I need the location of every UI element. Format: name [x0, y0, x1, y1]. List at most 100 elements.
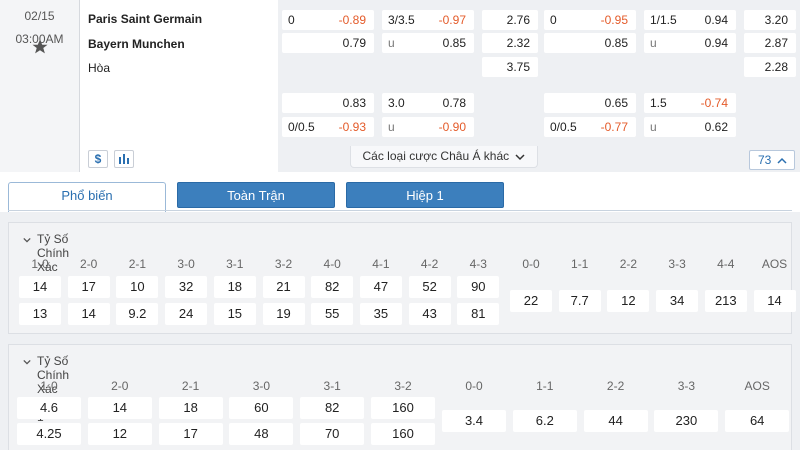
odds-box[interactable]: 1/1.5 0.94 [644, 10, 736, 30]
odds-box[interactable]: 0/0.5 -0.93 [282, 117, 374, 137]
score-label: 3-0 [252, 379, 271, 393]
chevron-up-icon [777, 157, 787, 164]
odds-cell-home[interactable]: 14 [87, 397, 152, 419]
odds-cell-home[interactable]: 47 [359, 276, 402, 298]
score-column: 2-1 18 17 [158, 379, 223, 450]
odds-cell-draw[interactable]: 6.2 [512, 410, 577, 432]
odds-cell-away[interactable]: 13 [19, 303, 61, 325]
score-column: 3-2 160 160 [371, 379, 435, 450]
match-date: 02/15 [24, 9, 55, 23]
odds-cell-home[interactable]: 17 [67, 276, 110, 298]
odds-box[interactable]: 0/0.5 -0.77 [544, 117, 636, 137]
score-column: 4-1 47 35 [359, 257, 402, 347]
odds-cell-draw[interactable]: 44 [583, 410, 648, 432]
odds-cell-home[interactable]: 14 [19, 276, 61, 298]
chevron-down-icon [515, 154, 526, 160]
match-date-column: 02/15 03:00AM [0, 0, 80, 172]
tab-half-1[interactable]: Hiệp 1 [346, 182, 504, 208]
score-label: 2-1 [181, 379, 200, 393]
odds-cell-away[interactable]: 48 [229, 423, 294, 445]
odds-box[interactable]: 2.87 [744, 33, 796, 53]
odds-box[interactable]: 3.0 0.78 [382, 93, 474, 113]
score-label: 1-0 [31, 257, 49, 271]
odds-box[interactable]: 0.85 [544, 33, 636, 53]
score-column: 3-1 82 70 [300, 379, 365, 450]
odds-box[interactable]: 0.65 [544, 93, 636, 113]
odds-cell-away[interactable]: 35 [359, 303, 402, 325]
odds-cell-away[interactable]: 160 [371, 423, 435, 445]
odds-box[interactable]: 0 -0.89 [282, 10, 374, 30]
stats-chart-icon[interactable] [114, 150, 134, 168]
tab-full-match[interactable]: Toàn Trận [177, 182, 335, 208]
score-label: 4-0 [323, 257, 341, 271]
score-column: 3-1 18 15 [213, 257, 256, 347]
odds-cell-home[interactable]: 160 [371, 397, 435, 419]
score-label: 3-1 [226, 257, 244, 271]
odds-cell-home[interactable]: 90 [457, 276, 500, 298]
odds-cell-away[interactable]: 24 [165, 303, 208, 325]
odds-cell-away[interactable]: 4.25 [17, 423, 81, 445]
odds-cell-home[interactable]: 4.6 [17, 397, 81, 419]
odds-box[interactable]: 3.75 [482, 57, 538, 77]
odds-cell-home[interactable]: 82 [311, 276, 354, 298]
odds-cell-away[interactable]: 12 [87, 423, 152, 445]
odds-cell-draw[interactable]: 230 [654, 410, 719, 432]
other-asian-bets-button[interactable]: Các loại cược Châu Á khác [350, 146, 538, 168]
odds-cell-home[interactable]: 21 [262, 276, 305, 298]
odds-cell-away[interactable]: 17 [158, 423, 223, 445]
score-label: 0-0 [522, 257, 540, 271]
odds-cell-home[interactable]: 52 [408, 276, 451, 298]
odds-box[interactable]: 2.28 [744, 57, 796, 77]
odds-box[interactable]: 0 -0.95 [544, 10, 636, 30]
odds-cell-draw[interactable]: 12 [607, 290, 650, 312]
dollar-icon[interactable]: $ [88, 150, 108, 168]
star-icon[interactable] [31, 38, 49, 56]
tab-popular[interactable]: Phổ biến [8, 182, 166, 212]
odds-box[interactable]: 1.5 -0.74 [644, 93, 736, 113]
score-column: 1-0 14 13 [19, 257, 61, 347]
score-label: 3-2 [394, 379, 412, 393]
odds-box[interactable]: u 0.94 [644, 33, 736, 53]
odds-cell-draw[interactable]: 22 [510, 290, 552, 312]
odds-cell-away[interactable]: 9.2 [116, 303, 159, 325]
odds-cell-draw[interactable]: 213 [704, 290, 747, 312]
odds-cell-away[interactable]: 19 [262, 303, 305, 325]
odds-box[interactable]: 0.83 [282, 93, 374, 113]
odds-cell-home[interactable]: 60 [229, 397, 294, 419]
home-team: Paris Saint Germain [88, 12, 203, 26]
odds-cell-home[interactable]: 18 [158, 397, 223, 419]
score-label: 3-3 [677, 379, 696, 393]
odds-cell-home[interactable]: 18 [213, 276, 256, 298]
draw-label: Hòa [88, 61, 111, 75]
odds-cell-draw[interactable]: 3.4 [442, 410, 506, 432]
odds-cell-away[interactable]: 14 [67, 303, 110, 325]
odds-box[interactable]: u 0.62 [644, 117, 736, 137]
score-label: 1-1 [536, 379, 554, 393]
odds-box[interactable]: 0.79 [282, 33, 374, 53]
odds-box[interactable]: u 0.85 [382, 33, 474, 53]
more-markets-count-button[interactable]: 73 [749, 150, 795, 170]
odds-cell-home[interactable]: 10 [116, 276, 159, 298]
odds-box[interactable]: 2.32 [482, 33, 538, 53]
odds-cell-draw[interactable]: 14 [753, 290, 796, 312]
odds-cell-away[interactable]: 70 [300, 423, 365, 445]
odds-box[interactable]: 3.20 [744, 10, 796, 30]
score-label: 2-0 [80, 257, 98, 271]
score-label: 2-2 [606, 379, 625, 393]
odds-cell-home[interactable]: 32 [165, 276, 208, 298]
odds-cell-draw[interactable]: 34 [656, 290, 699, 312]
odds-cell-away[interactable]: 55 [311, 303, 354, 325]
odds-cell-away[interactable]: 81 [457, 303, 500, 325]
tab-divider [8, 210, 792, 211]
odds-cell-home[interactable]: 82 [300, 397, 365, 419]
score-label: AOS [761, 257, 788, 271]
odds-cell-draw[interactable]: 64 [725, 410, 790, 432]
odds-box[interactable]: u -0.90 [382, 117, 474, 137]
odds-cell-draw[interactable]: 7.7 [558, 290, 601, 312]
odds-cell-away[interactable]: 15 [213, 303, 256, 325]
odds-box[interactable]: 3/3.5 -0.97 [382, 10, 474, 30]
odds-cell-away[interactable]: 43 [408, 303, 451, 325]
score-column: 2-0 17 14 [67, 257, 110, 347]
odds-box[interactable]: 2.76 [482, 10, 538, 30]
score-label: 1-1 [571, 257, 589, 271]
